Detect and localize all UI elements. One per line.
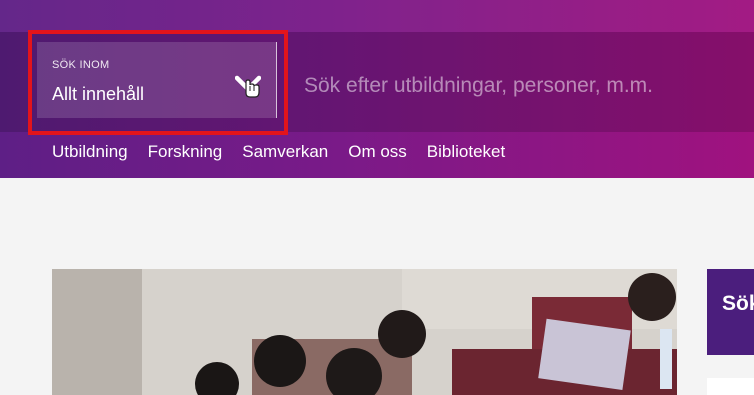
- nav-item-samverkan[interactable]: Samverkan: [242, 142, 328, 166]
- top-band: [0, 0, 754, 32]
- nav-item-forskning[interactable]: Forskning: [148, 142, 223, 166]
- nav-item-om-oss[interactable]: Om oss: [348, 142, 407, 166]
- sidebar-card-title: Sök: [722, 292, 754, 315]
- site-header: SÖK INOM Allt innehåll Utbildning Forskn…: [0, 0, 754, 178]
- main-nav: Utbildning Forskning Samverkan Om oss Bi…: [52, 142, 525, 166]
- search-input[interactable]: [292, 56, 742, 116]
- sidebar-panel: [707, 378, 754, 395]
- highlight-box: [28, 30, 288, 135]
- sidebar-search-card: Sök: [707, 269, 754, 355]
- nav-item-utbildning[interactable]: Utbildning: [52, 142, 128, 166]
- hero-photo: [52, 269, 677, 395]
- nav-item-biblioteket[interactable]: Biblioteket: [427, 142, 505, 166]
